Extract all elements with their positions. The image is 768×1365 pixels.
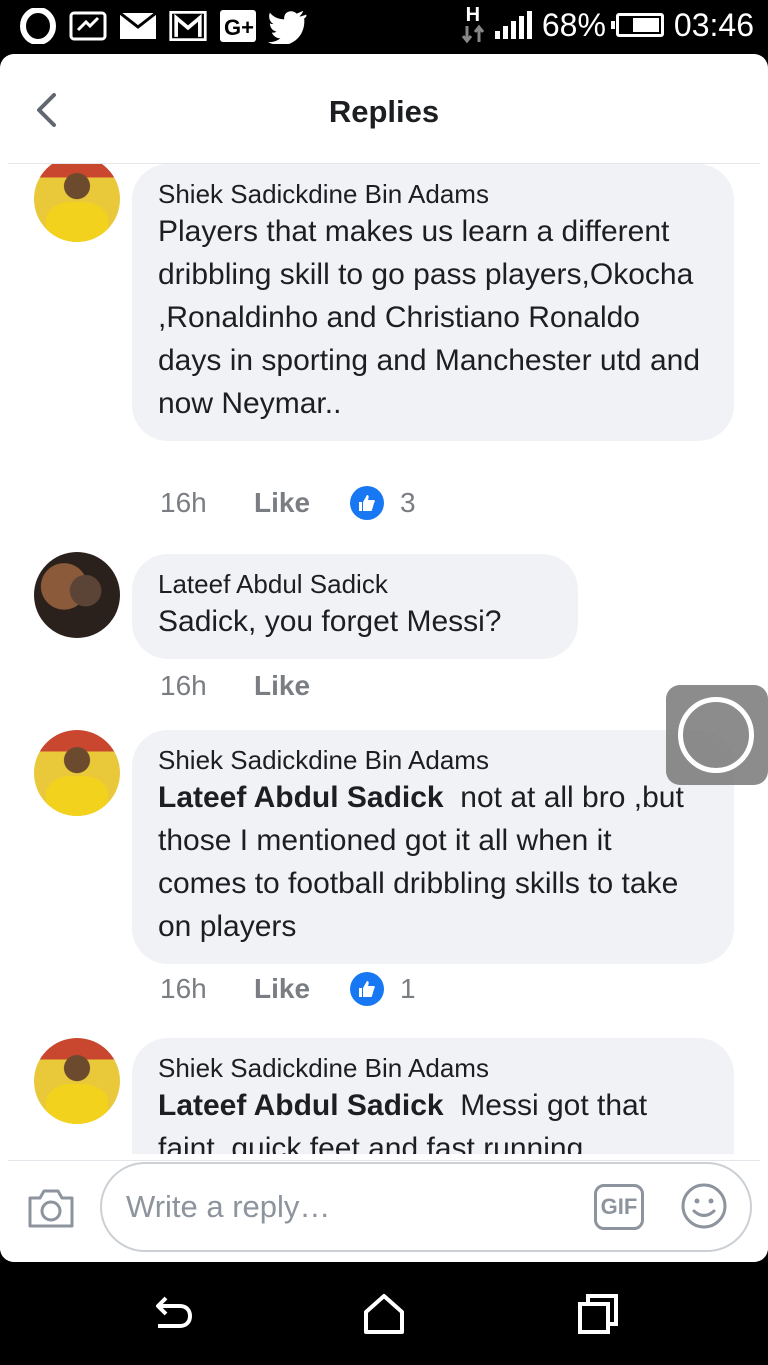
- back-nav-button[interactable]: [150, 1292, 194, 1336]
- like-button[interactable]: Like: [254, 670, 350, 702]
- camera-icon: [28, 1189, 74, 1228]
- comment-actions: 16h Like 1: [160, 972, 416, 1006]
- thumbs-up-icon: [350, 972, 384, 1006]
- signal-icon: [494, 11, 532, 39]
- reply-input[interactable]: Write a reply…: [100, 1162, 752, 1252]
- thumbs-up-icon: [350, 486, 384, 520]
- comment-bubble[interactable]: Lateef Abdul Sadick Sadick, you forget M…: [132, 554, 578, 659]
- system-status: H 68% 03:46: [461, 4, 754, 44]
- navigation-bar: [0, 1262, 768, 1365]
- svg-text:G+: G+: [224, 15, 254, 40]
- recent-apps-icon: [578, 1294, 618, 1334]
- avatar[interactable]: [34, 1038, 120, 1124]
- emoji-button[interactable]: [680, 1182, 728, 1230]
- comment-author[interactable]: Shiek Sadickdine Bin Adams: [158, 178, 708, 210]
- gif-label: GIF: [600, 1194, 638, 1219]
- reaction-count[interactable]: 1: [350, 972, 416, 1006]
- messenger-icon: [68, 8, 108, 44]
- comment-actions: 16h Like: [160, 670, 350, 702]
- home-nav-button[interactable]: [362, 1292, 406, 1336]
- avatar[interactable]: [34, 730, 120, 816]
- battery-icon: [610, 13, 664, 37]
- replies-sheet: Replies Shiek Sadickdine Bin Adams Playe…: [0, 54, 768, 1262]
- comment-author[interactable]: Shiek Sadickdine Bin Adams: [158, 1052, 708, 1084]
- comment-text: Sadick, you forget Messi?: [158, 605, 502, 638]
- header: Replies: [0, 54, 768, 164]
- back-arrow-icon: [156, 1296, 193, 1328]
- comment-actions: 16h Like 3: [160, 486, 416, 520]
- network-type: H: [465, 4, 481, 26]
- comment-time: 16h: [160, 487, 207, 518]
- gif-button[interactable]: GIF: [594, 1184, 644, 1230]
- clock: 03:46: [673, 6, 754, 43]
- recents-nav-button[interactable]: [576, 1292, 620, 1336]
- smiley-icon: [681, 1183, 727, 1229]
- gmail-icon: [168, 8, 208, 44]
- circle-icon: [678, 697, 754, 773]
- network-type-icon: H: [461, 4, 485, 44]
- camera-button[interactable]: [26, 1186, 76, 1230]
- reaction-count[interactable]: 3: [350, 486, 416, 520]
- comment-author[interactable]: Lateef Abdul Sadick: [158, 568, 552, 600]
- opera-icon: [18, 8, 58, 44]
- avatar[interactable]: [34, 164, 120, 242]
- comment-author[interactable]: Shiek Sadickdine Bin Adams: [158, 744, 708, 776]
- composer-divider: [8, 1160, 760, 1161]
- mention-link[interactable]: Lateef Abdul Sadick: [158, 781, 444, 814]
- comment-text: Players that makes us learn a different …: [158, 215, 701, 420]
- comment-list[interactable]: Shiek Sadickdine Bin Adams Players that …: [0, 164, 768, 1210]
- status-bar: G+ H 68% 03:46: [0, 0, 768, 54]
- like-button[interactable]: Like: [254, 487, 350, 519]
- comment-time: 16h: [160, 973, 207, 1004]
- like-button[interactable]: Like: [254, 973, 350, 1005]
- comment-time: 16h: [160, 670, 207, 701]
- comment-bubble[interactable]: Shiek Sadickdine Bin Adams Players that …: [132, 164, 734, 441]
- reply-placeholder: Write a reply…: [126, 1189, 331, 1224]
- mail-icon: [118, 8, 158, 44]
- mention-link[interactable]: Lateef Abdul Sadick: [158, 1089, 444, 1122]
- avatar[interactable]: [34, 552, 120, 638]
- twitter-icon: [268, 8, 308, 44]
- page-title: Replies: [328, 94, 440, 129]
- reply-composer: Write a reply… GIF: [0, 1154, 768, 1262]
- floating-chat-head[interactable]: [666, 685, 768, 785]
- comment-text: Lateef Abdul Sadick not at all bro ,but …: [158, 776, 708, 948]
- reaction-number: 3: [400, 487, 416, 518]
- reaction-number: 1: [400, 973, 416, 1004]
- comment-bubble[interactable]: Shiek Sadickdine Bin Adams Lateef Abdul …: [132, 730, 734, 964]
- home-icon: [364, 1294, 404, 1334]
- notification-icons: G+: [18, 8, 308, 44]
- google-plus-icon: G+: [218, 8, 258, 44]
- battery-percent: 68%: [541, 6, 606, 43]
